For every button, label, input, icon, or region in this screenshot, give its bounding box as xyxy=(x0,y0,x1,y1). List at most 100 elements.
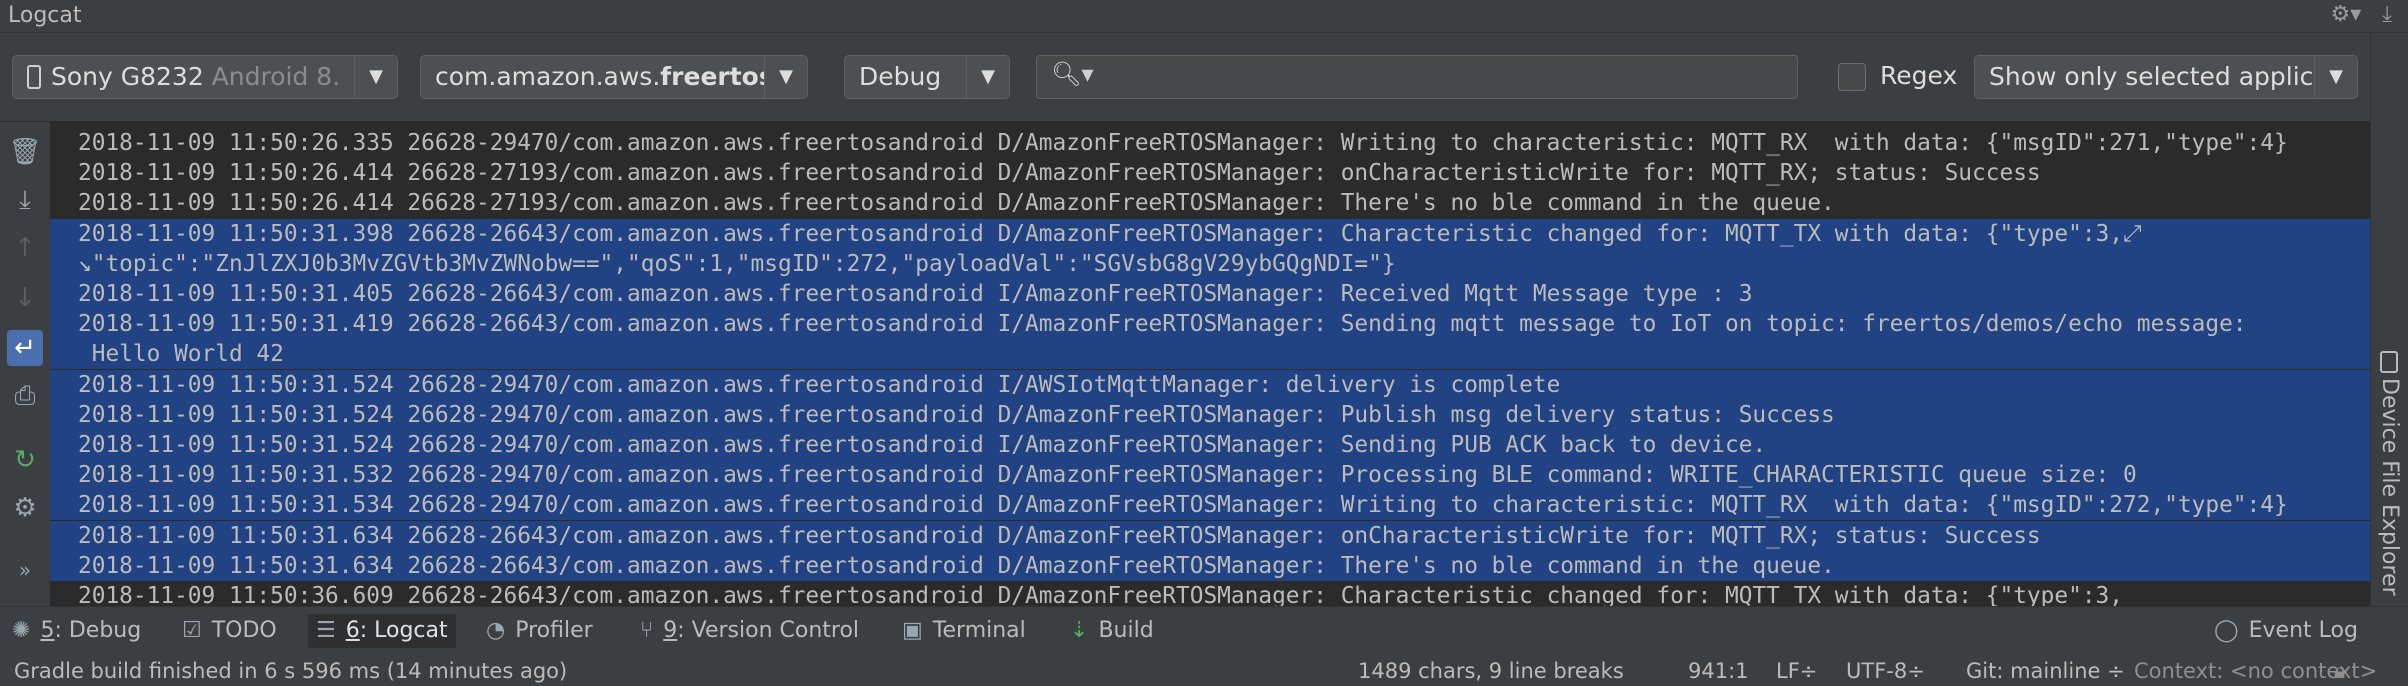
chevron-down-icon[interactable]: ▼ xyxy=(966,56,1009,98)
log-line-text: 2018-11-09 11:50:31.524 26628-29470/com.… xyxy=(78,401,1835,428)
log-line[interactable]: 2018-11-09 11:50:31.634 26628-26643/com.… xyxy=(50,520,2370,551)
tab-debug[interactable]: ✺ 5: Debug xyxy=(4,614,149,648)
window-title: Logcat xyxy=(8,3,82,28)
tab-event-log[interactable]: ◯ Event Log xyxy=(2206,614,2366,648)
process-selector[interactable]: com.amazon.aws.freertos ▼ xyxy=(420,55,808,99)
log-line[interactable]: 2018-11-09 11:50:31.532 26628-29470/com.… xyxy=(50,460,2370,491)
caret-position[interactable]: 941:1 xyxy=(1688,659,1749,683)
log-line[interactable]: 2018-11-09 11:50:26.335 26628-29470/com.… xyxy=(50,128,2288,158)
gear-icon[interactable]: ⚙▾ xyxy=(2331,2,2362,27)
search-input[interactable]: 🔍︎▾ xyxy=(1036,55,1798,99)
log-line[interactable]: 2018-11-09 11:50:31.524 26628-29470/com.… xyxy=(50,430,2370,460)
tab-event-log-label: Event Log xyxy=(2248,618,2358,643)
log-line-text: 2018-11-09 11:50:31.534 26628-29470/com.… xyxy=(78,492,2288,519)
up-arrow-icon[interactable]: ↑ xyxy=(7,230,43,266)
restart-icon[interactable]: ↻ xyxy=(7,442,43,478)
soft-wrap-icon[interactable]: ↵ xyxy=(7,330,43,366)
tab-debug-num: 5 xyxy=(40,618,55,643)
device-selector[interactable]: Sony G8232 Android 8. ▼ xyxy=(12,55,398,99)
device-file-explorer-tab[interactable]: Device File Explorer xyxy=(2377,378,2402,596)
tab-terminal-label: Terminal xyxy=(932,618,1026,643)
tab-logcat-label: : Logcat xyxy=(359,618,448,643)
log-line-text: 2018-11-09 11:50:31.634 26628-26643/com.… xyxy=(78,522,2041,549)
filter-scope-value: Show only selected applica xyxy=(1989,62,2329,91)
branch-icon: ⑂ xyxy=(640,618,654,643)
filter-scope-selector[interactable]: Show only selected applica ▼ xyxy=(1974,55,2358,99)
tab-version-control-num: 9 xyxy=(663,618,678,643)
regex-checkbox[interactable] xyxy=(1838,63,1866,91)
scroll-to-end-icon[interactable]: ⤓ xyxy=(7,182,43,218)
log-level-value: Debug xyxy=(859,62,942,91)
tab-version-control[interactable]: ⑂ 9: Version Control xyxy=(632,614,867,648)
log-line[interactable]: 2018-11-09 11:50:31.524 26628-29470/com.… xyxy=(50,399,2370,430)
log-line[interactable]: 2018-11-09 11:50:31.405 26628-26643/com.… xyxy=(50,279,2370,309)
title-bar: Logcat ⚙▾ ⤓ xyxy=(0,0,2408,33)
print-icon[interactable]: ⎙ xyxy=(7,378,43,414)
regex-label: Regex xyxy=(1880,61,1958,90)
tab-profiler-label: Profiler xyxy=(515,618,593,643)
phone-icon xyxy=(27,65,41,89)
filter-bar: Sony G8232 Android 8. ▼ com.amazon.aws.f… xyxy=(0,33,2408,122)
down-arrow-icon[interactable]: ↓ xyxy=(7,280,43,316)
log-line-text: 2018-11-09 11:50:31.524 26628-29470/com.… xyxy=(78,371,1561,398)
trash-icon[interactable]: 🗑︎ xyxy=(7,134,43,170)
lock-icon[interactable]: 🔒︎ xyxy=(2334,659,2345,684)
status-bar: Gradle build finished in 6 s 596 ms (14 … xyxy=(0,655,2408,686)
tab-todo-label: TODO xyxy=(211,618,277,643)
tab-terminal[interactable]: ▣ Terminal xyxy=(894,614,1034,648)
log-line[interactable]: 2018-11-09 11:50:31.398 26628-26643/com.… xyxy=(50,218,2370,249)
more-icon[interactable]: » xyxy=(7,552,43,588)
tab-todo[interactable]: ☑ TODO xyxy=(174,614,285,648)
log-line[interactable]: 2018-11-09 11:50:31.524 26628-29470/com.… xyxy=(50,369,2370,400)
log-line-text: Hello World 42 xyxy=(78,341,284,368)
process-bold: freertos xyxy=(660,62,774,91)
process-selector-text: com.amazon.aws.freertos xyxy=(435,56,774,98)
device-api: Android 8. xyxy=(211,62,341,91)
tab-profiler[interactable]: ◔ Profiler xyxy=(478,614,601,648)
process-prefix: com.amazon.aws. xyxy=(435,62,661,91)
log-line[interactable]: 2018-11-09 11:50:26.414 26628-27193/com.… xyxy=(50,158,2041,188)
tab-version-control-label: : Version Control xyxy=(677,618,860,643)
profiler-icon: ◔ xyxy=(486,618,506,643)
logcat-icon: ☰ xyxy=(316,618,336,643)
log-line-text: 2018-11-09 11:50:31.634 26628-26643/com.… xyxy=(78,552,1835,579)
tab-build-label: Build xyxy=(1098,618,1154,643)
log-line-text: 2018-11-09 11:50:26.414 26628-27193/com.… xyxy=(78,160,2041,187)
log-line-text: 2018-11-09 11:50:31.398 26628-26643/com.… xyxy=(78,220,2142,247)
log-line[interactable]: 2018-11-09 11:50:31.534 26628-29470/com.… xyxy=(50,490,2370,521)
tab-debug-label: : Debug xyxy=(54,618,142,643)
line-separator[interactable]: LF÷ xyxy=(1776,659,1817,683)
tab-logcat-num: 6 xyxy=(345,618,360,643)
log-line-text: 2018-11-09 11:50:31.532 26628-29470/com.… xyxy=(78,462,2137,489)
log-line[interactable]: 2018-11-09 11:50:31.419 26628-26643/com.… xyxy=(50,309,2370,340)
search-icon[interactable]: 🔍︎▾ xyxy=(1051,60,1094,88)
tab-build[interactable]: ⇣ Build xyxy=(1062,614,1162,648)
settings-icon[interactable]: ⚙ xyxy=(7,490,43,526)
chevron-down-icon[interactable]: ▼ xyxy=(354,56,397,98)
logcat-output[interactable]: 2018-11-09 11:50:26.335 26628-29470/com.… xyxy=(50,122,2370,606)
git-branch[interactable]: Git: mainline ÷ xyxy=(1966,659,2125,683)
log-line[interactable]: 2018-11-09 11:50:36.609 26628-26643/com.… xyxy=(50,581,2123,606)
file-encoding[interactable]: UTF-8÷ xyxy=(1846,659,1925,683)
log-line-text: 2018-11-09 11:50:31.405 26628-26643/com.… xyxy=(78,281,1753,307)
log-line-text: 2018-11-09 11:50:31.524 26628-29470/com.… xyxy=(78,432,1767,458)
terminal-icon: ▣ xyxy=(902,618,923,643)
minimize-icon[interactable]: ⤓ xyxy=(2382,2,2392,27)
log-line-text: 2018-11-09 11:50:26.335 26628-29470/com.… xyxy=(78,130,2288,156)
folder-icon xyxy=(2380,351,2398,373)
tab-logcat[interactable]: ☰ 6: Logcat xyxy=(308,614,456,648)
chevron-down-icon[interactable]: ▼ xyxy=(2314,56,2357,98)
bug-icon: ✺ xyxy=(12,618,31,643)
log-line[interactable]: Hello World 42 xyxy=(50,339,2370,370)
log-level-selector[interactable]: Debug ▼ xyxy=(844,55,1010,99)
build-icon: ⇣ xyxy=(1070,618,1089,643)
chevron-down-icon[interactable]: ▼ xyxy=(764,56,807,98)
right-tool-strip: Device File Explorer xyxy=(2370,33,2408,606)
status-message[interactable]: Gradle build finished in 6 s 596 ms (14 … xyxy=(14,659,567,683)
log-line-text: 2018-11-09 11:50:36.609 26628-26643/com.… xyxy=(78,583,2124,606)
log-line[interactable]: 2018-11-09 11:50:31.634 26628-26643/com.… xyxy=(50,550,2370,581)
log-line[interactable]: ↘"topic":"ZnJlZXJ0b3MvZGVtb3MvZWNobw==",… xyxy=(50,248,2370,279)
tool-window-bar: ✺ 5: Debug ☑ TODO ☰ 6: Logcat ◔ Profiler ⑂ 9:… xyxy=(0,606,2408,656)
device-name: Sony G8232 xyxy=(51,62,204,91)
log-line[interactable]: 2018-11-09 11:50:26.414 26628-27193/com.… xyxy=(50,188,1835,218)
